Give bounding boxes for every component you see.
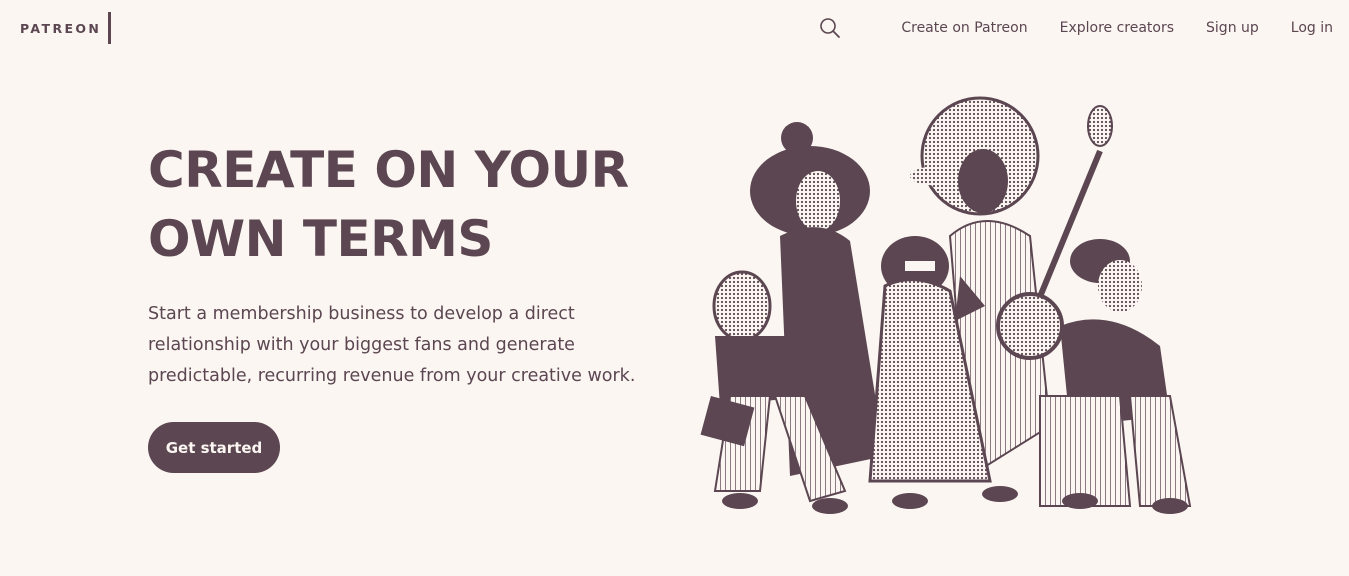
hero-title: CREATE ON YOUR OWN TERMS (148, 136, 668, 274)
hero-title-line-1: CREATE ON YOUR (148, 141, 629, 199)
top-nav: Create on Patreon Explore creators Sign … (819, 17, 1333, 39)
nav-explore-creators[interactable]: Explore creators (1060, 20, 1174, 36)
get-started-button[interactable]: Get started (148, 422, 280, 473)
hero-subtitle: Start a membership business to develop a… (148, 304, 636, 386)
hero-title-line-2: OWN TERMS (148, 210, 493, 268)
search-icon[interactable] (819, 17, 841, 39)
logo-divider (108, 12, 112, 44)
patreon-logo[interactable]: PATREON (20, 12, 112, 44)
nav-create-on-patreon[interactable]: Create on Patreon (901, 20, 1027, 36)
logo-wordmark: PATREON (20, 20, 102, 36)
nav-log-in[interactable]: Log in (1291, 20, 1333, 36)
top-header: PATREON Create on Patreon Explore creato… (0, 0, 1349, 56)
group-of-creators-illustration (700, 96, 1200, 520)
nav-sign-up[interactable]: Sign up (1206, 20, 1259, 36)
